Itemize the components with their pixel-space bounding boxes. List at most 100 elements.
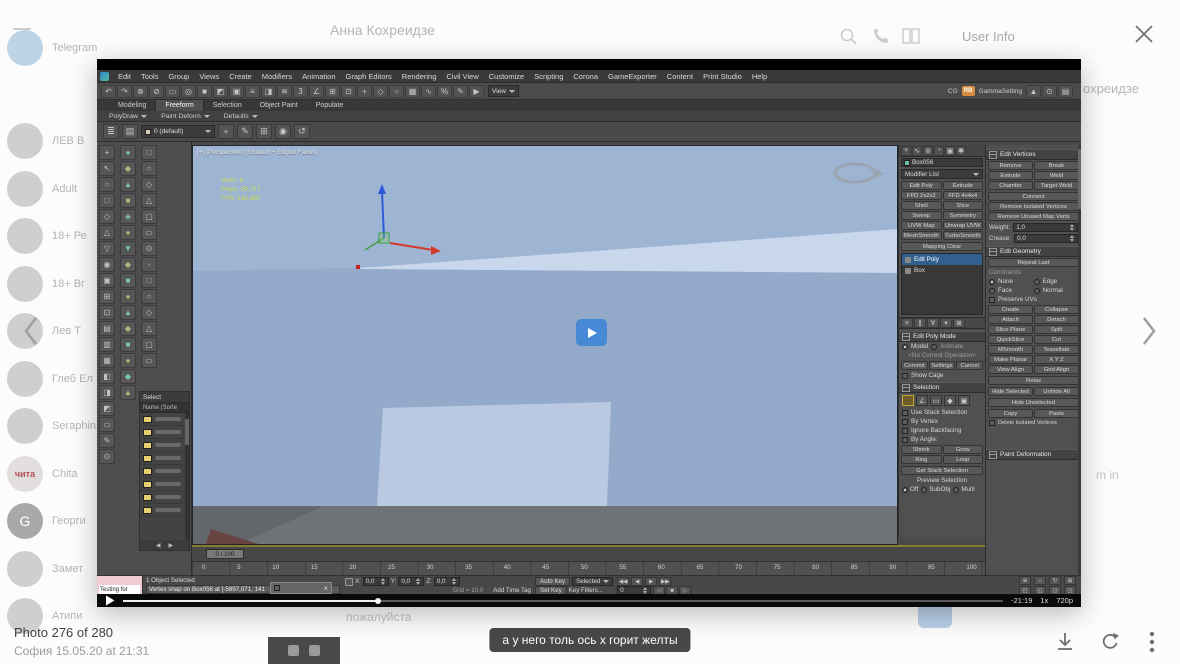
subobject-mode-icon[interactable]: ▭ <box>930 395 942 406</box>
toolbar-icon[interactable]: ◩ <box>213 84 228 98</box>
freeform-tool-icon[interactable]: ✎ <box>237 124 253 139</box>
side-tool-icon[interactable]: ⊞ <box>99 289 115 304</box>
menu-item[interactable]: Corona <box>568 70 603 83</box>
model-radio[interactable]: Model <box>911 343 928 350</box>
toolbar-icon[interactable]: ⊘ <box>149 84 164 98</box>
time-slider[interactable]: 0 / 100 <box>206 549 244 559</box>
modifier-set-button[interactable]: Unwrap UVW <box>942 221 983 230</box>
modifier-set-button[interactable]: Mapping Clear <box>901 242 983 251</box>
constraint-radio[interactable]: Face <box>989 286 1034 295</box>
next-photo-arrow[interactable] <box>1140 315 1158 347</box>
menu-item[interactable]: Animation <box>297 70 340 83</box>
subobject-mode-icon[interactable]: ∠ <box>916 395 928 406</box>
video-progress-knob[interactable] <box>375 597 382 604</box>
more-options-button[interactable] <box>1149 631 1155 653</box>
chat-list-item[interactable]: чита Chita <box>0 450 108 498</box>
playback-icon[interactable]: ▶▶ <box>659 577 672 586</box>
side-tool-icon[interactable]: ▽ <box>99 241 115 256</box>
edit-geometry-button[interactable]: Make Planar <box>988 355 1033 364</box>
status-popup[interactable]: × <box>270 582 332 594</box>
selection-button[interactable]: Shrink <box>901 445 942 454</box>
auto-key-button[interactable]: Auto Key <box>535 577 571 586</box>
side-tool-icon[interactable]: ● <box>120 225 136 240</box>
subobject-mode-icon[interactable]: ▣ <box>958 395 970 406</box>
side-tool-icon[interactable]: ■ <box>120 337 136 352</box>
side-tool-icon[interactable]: △ <box>141 193 157 208</box>
command-panel-tab-icon[interactable]: ∿ <box>912 145 922 156</box>
toolbar-icon[interactable]: ≡ <box>245 84 260 98</box>
object-name-field[interactable]: Box056 <box>901 158 983 167</box>
playback-speed[interactable]: 1x <box>1040 596 1048 605</box>
stack-tool-icon[interactable]: ⊠ <box>953 318 965 328</box>
command-panel-tab-icon[interactable]: + <box>901 145 911 156</box>
panel-scrollbar[interactable] <box>1078 145 1081 575</box>
toolbar-icon[interactable]: ∠ <box>309 84 324 98</box>
menu-item[interactable]: Views <box>194 70 224 83</box>
menu-item[interactable]: Tools <box>136 70 164 83</box>
toolbar-icon[interactable]: ▣ <box>229 84 244 98</box>
modifier-set-button[interactable]: FFD 4x4x4 <box>942 191 983 200</box>
edit-vertices-button[interactable]: Target Weld <box>1034 181 1079 190</box>
get-stack-selection-button[interactable]: Get Stack Selection <box>901 466 983 475</box>
send-button[interactable] <box>918 604 952 628</box>
edit-vertices-button[interactable]: Remove Isolated Vertices <box>988 202 1079 211</box>
viewport-label[interactable]: [+] [Perspective] [Shaded + Edged Faces] <box>197 149 317 156</box>
toolbar-icon[interactable]: ▦ <box>405 84 420 98</box>
side-tool-icon[interactable]: + <box>99 145 115 160</box>
menu-item[interactable]: Create <box>224 70 257 83</box>
modifier-set-button[interactable]: MeshSmooth <box>901 231 942 240</box>
scene-object-list[interactable] <box>140 413 189 540</box>
side-tool-icon[interactable]: ▭ <box>141 225 157 240</box>
selection-checkbox-row[interactable]: Use Stack Selection <box>899 408 985 417</box>
download-button[interactable] <box>1054 631 1076 653</box>
menu-item[interactable]: Customize <box>484 70 529 83</box>
toolbar-icon[interactable]: ⊞ <box>325 84 340 98</box>
hide-unselected-button[interactable]: Hide Unselected <box>988 398 1079 407</box>
selection-button[interactable]: Loop <box>942 455 983 464</box>
viewport-nav-icon[interactable]: ⌂ <box>1034 576 1046 585</box>
ribbon-panel-label[interactable]: Paint Deform <box>161 113 210 120</box>
chat-list-item[interactable]: Seraphin <box>0 403 108 451</box>
playback-icon[interactable]: ◀ <box>631 577 644 586</box>
toolbar-icon[interactable]: ≋ <box>277 84 292 98</box>
ribbon-panel-label[interactable]: PolyDraw <box>109 113 148 120</box>
side-tool-icon[interactable]: △ <box>99 225 115 240</box>
side-tool-icon[interactable]: ⊙ <box>141 241 157 256</box>
search-icon[interactable] <box>840 28 857 45</box>
rollout-paint-deformation[interactable]: Paint Deformation <box>986 449 1081 460</box>
modifier-set-button[interactable]: UVW Map <box>901 221 942 230</box>
preserve-uvs-checkbox[interactable] <box>989 296 995 303</box>
modifier-set-button[interactable]: FFD 2x2x2 <box>901 191 942 200</box>
paint-object-dropdown[interactable]: 0 (default) <box>141 125 215 138</box>
preview-mode-radio[interactable]: Multi <box>953 486 975 493</box>
menu-item[interactable]: Group <box>163 70 194 83</box>
edit-geometry-button[interactable]: Slice Plane <box>988 325 1033 334</box>
stack-tool-icon[interactable]: ∀ <box>927 318 939 328</box>
stack-tool-icon[interactable]: ∥ <box>914 318 926 328</box>
subobject-mode-icon[interactable]: ∵ <box>902 395 914 406</box>
subobject-mode-icon[interactable]: ◆ <box>944 395 956 406</box>
stack-item-box[interactable]: Box <box>902 265 982 276</box>
move-gizmo[interactable] <box>343 176 453 286</box>
side-tool-icon[interactable]: ▢ <box>141 209 157 224</box>
rollout-selection[interactable]: Selection <box>899 382 985 393</box>
side-tool-icon[interactable]: ◧ <box>99 369 115 384</box>
preview-mode-radio[interactable]: SubObj <box>921 486 950 493</box>
edit-geometry-button[interactable]: Attach <box>988 315 1033 324</box>
columns-toggle-icon[interactable] <box>902 28 920 44</box>
edit-vertices-button[interactable]: Chamfer <box>988 181 1033 190</box>
freeform-tool-icon[interactable]: ⊞ <box>256 124 272 139</box>
ribbon-tab[interactable]: Populate <box>307 100 353 111</box>
toolbar-icon[interactable]: ▭ <box>165 84 180 98</box>
freeform-tool-icon[interactable]: ≣ <box>103 124 119 139</box>
toolbar-icon[interactable]: ✎ <box>453 84 468 98</box>
command-panel-tab-icon[interactable]: ⊚ <box>923 145 933 156</box>
chat-list-item[interactable]: G Георги <box>0 498 108 546</box>
max-app-icon[interactable] <box>100 71 109 81</box>
edit-geometry-button[interactable]: Hide Selected <box>988 387 1033 396</box>
video-quality[interactable]: 720p <box>1056 596 1073 605</box>
rollout-edit-poly-mode[interactable]: Edit Poly Mode <box>899 331 985 342</box>
menu-item[interactable]: GameExporter <box>603 70 662 83</box>
play-button[interactable] <box>105 595 115 606</box>
scene-pager[interactable]: ◀ ▶ <box>140 540 189 550</box>
